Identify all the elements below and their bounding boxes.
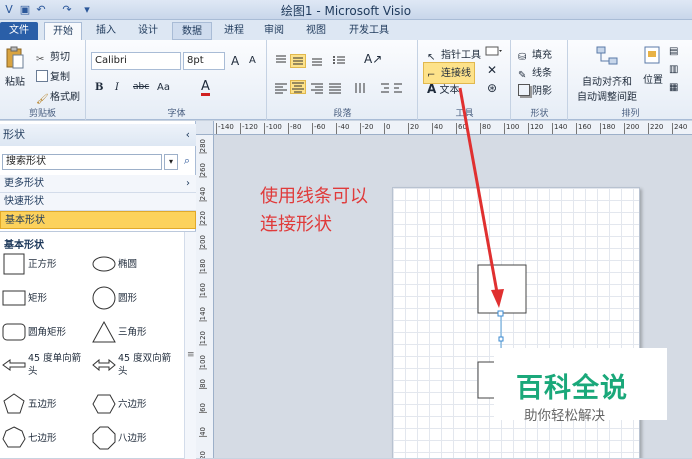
watermark: 百科全说 助你轻松解决	[494, 348, 667, 424]
annotation-line-1: 使用线条可以	[260, 186, 368, 207]
connection-point-start[interactable]	[497, 310, 504, 317]
annotation-line-2: 连接形状	[260, 214, 332, 235]
watermark-title: 百科全说	[516, 373, 628, 404]
connection-point-mid[interactable]	[498, 336, 504, 342]
watermark-subtitle: 助你轻松解决	[524, 408, 605, 424]
rectangle-shape-top[interactable]	[477, 264, 527, 314]
